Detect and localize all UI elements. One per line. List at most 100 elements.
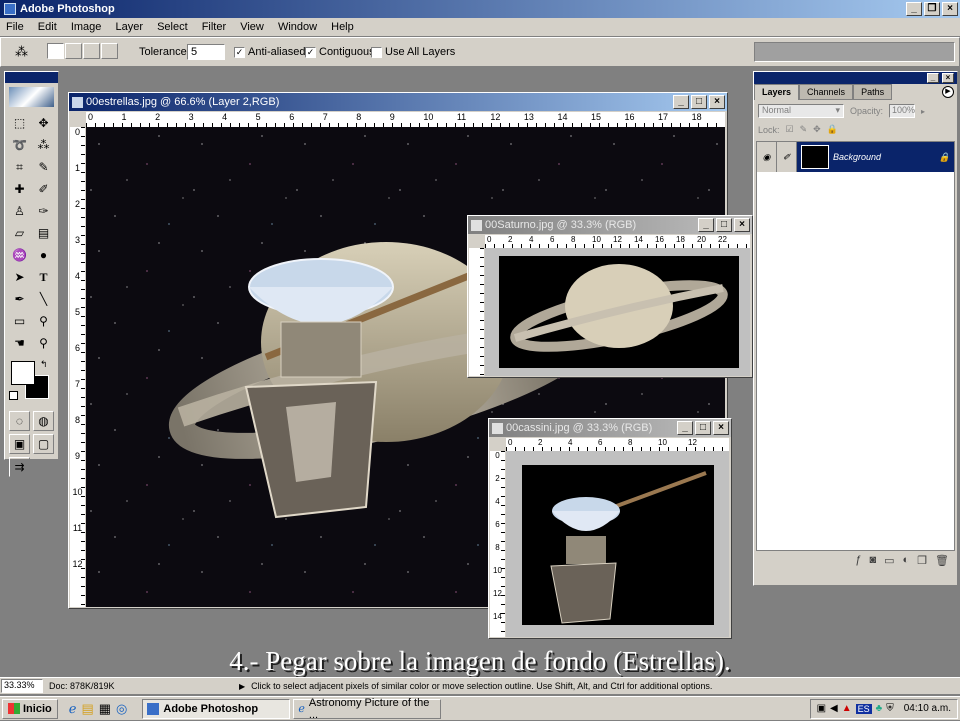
history-brush-icon[interactable]: ✑ (33, 201, 54, 221)
internet-explorer-icon[interactable]: ℯ (69, 701, 77, 717)
new-set-icon[interactable]: ▭ (884, 554, 894, 567)
brush-tool-icon[interactable]: ✐ (33, 179, 54, 199)
document-titlebar[interactable]: 00Saturno.jpg @ 33.3% (RGB) _ □ × (468, 216, 752, 234)
desktop-icon[interactable]: ▦ (99, 701, 111, 717)
subtract-selection-icon[interactable] (83, 43, 100, 59)
hand-tool-icon[interactable]: ☚ (9, 333, 30, 353)
use-all-layers-checkbox[interactable]: Use All Layers (371, 46, 455, 58)
menu-edit[interactable]: Edit (38, 21, 57, 33)
menu-view[interactable]: View (240, 21, 264, 33)
type-tool-icon[interactable]: T (33, 267, 54, 287)
gradient-tool-icon[interactable]: ▤ (33, 223, 54, 243)
tab-paths[interactable]: Paths (853, 84, 893, 100)
lock-all-icon[interactable]: 🔒 (827, 124, 838, 135)
line-tool-icon[interactable]: ╲ (33, 289, 54, 309)
doc-maximize-button[interactable]: □ (695, 421, 711, 435)
brush-icon[interactable]: ✐ (777, 142, 797, 172)
slice-tool-icon[interactable]: ✎ (33, 157, 54, 177)
doc-minimize-button[interactable]: _ (698, 218, 714, 232)
doc-close-button[interactable]: × (713, 421, 729, 435)
menu-layer[interactable]: Layer (115, 21, 143, 33)
adobe-online-icon[interactable] (9, 87, 54, 107)
task-astronomy[interactable]: ℯ Astronomy Picture of the ... (293, 697, 442, 721)
move-tool-icon[interactable]: ✥ (33, 113, 54, 133)
menu-select[interactable]: Select (157, 21, 188, 33)
foreground-color-swatch[interactable] (11, 361, 35, 385)
magic-wand-tool-icon[interactable]: ⁂ (33, 135, 54, 155)
volume-icon[interactable]: ◀ (830, 703, 838, 714)
palette-titlebar[interactable]: _ × (754, 72, 957, 84)
standard-mode-icon[interactable]: ◌ (9, 411, 30, 431)
new-layer-icon[interactable]: ❐ (917, 554, 927, 567)
blur-tool-icon[interactable]: ♒ (9, 245, 30, 265)
eye-icon[interactable]: ◉ (757, 142, 777, 172)
shield-icon[interactable]: ⛨ (886, 703, 894, 714)
crop-tool-icon[interactable]: ⌗ (9, 157, 30, 177)
notes-tool-icon[interactable]: ▭ (9, 311, 30, 331)
zoom-tool-icon[interactable]: ⚲ (33, 333, 54, 353)
tolerance-input[interactable]: 5 (187, 44, 225, 60)
opacity-arrow-icon[interactable]: ▸ (921, 107, 925, 116)
palette-minimize-button[interactable]: _ (927, 73, 939, 83)
vertical-ruler[interactable] (469, 248, 484, 376)
pen-tool-icon[interactable]: ✒ (9, 289, 30, 309)
clone-stamp-icon[interactable]: ♙ (9, 201, 30, 221)
horizontal-ruler[interactable]: 0 2 4 6 8 10 12 (506, 438, 729, 451)
screen-mode-standard-icon[interactable]: ▣ (9, 434, 30, 454)
network-icon[interactable]: ▣ (817, 703, 826, 714)
jump-to-imageready-icon[interactable]: ⇉ (9, 457, 30, 477)
adjustment-layer-icon[interactable]: ◐ (903, 554, 910, 567)
outlook-icon[interactable]: ◎ (116, 701, 127, 717)
tab-layers[interactable]: Layers (754, 84, 800, 100)
horizontal-ruler[interactable]: 0 1 2 3 4 5 6 7 8 9 10 11 12 13 14 15 16 17 18 (86, 112, 725, 127)
healing-brush-icon[interactable]: ✚ (9, 179, 30, 199)
anti-aliased-checkbox[interactable]: ✓ Anti-aliased (234, 46, 305, 58)
document-titlebar[interactable]: 00estrellas.jpg @ 66.6% (Layer 2,RGB) _ … (69, 93, 727, 111)
lasso-tool-icon[interactable]: ➰ (9, 135, 30, 155)
tab-channels[interactable]: Channels (799, 84, 854, 100)
screen-mode-full-icon[interactable]: ▢ (33, 434, 54, 454)
doc-minimize-button[interactable]: _ (673, 95, 689, 109)
restore-button[interactable]: ❐ (924, 2, 940, 16)
magic-wand-icon[interactable]: ⁂ (15, 44, 28, 60)
menu-file[interactable]: File (6, 21, 24, 33)
new-selection-icon[interactable] (47, 43, 64, 59)
minimize-button[interactable]: _ (906, 2, 922, 16)
antivirus-icon[interactable]: ▲ (842, 703, 852, 714)
doc-minimize-button[interactable]: _ (677, 421, 693, 435)
eraser-tool-icon[interactable]: ▱ (9, 223, 30, 243)
contiguous-checkbox[interactable]: ✓ Contiguous (305, 46, 375, 58)
close-button[interactable]: × (942, 2, 958, 16)
vertical-ruler[interactable]: 0 2 4 6 8 10 12 14 (490, 451, 505, 637)
lock-position-icon[interactable]: ✥ (813, 124, 821, 135)
palette-close-button[interactable]: × (942, 73, 954, 83)
document-canvas[interactable] (485, 248, 750, 376)
add-selection-icon[interactable] (65, 43, 82, 59)
layer-style-icon[interactable]: ƒ (855, 554, 861, 567)
default-colors-icon[interactable] (9, 391, 18, 400)
doc-close-button[interactable]: × (709, 95, 725, 109)
doc-close-button[interactable]: × (734, 218, 750, 232)
menu-window[interactable]: Window (278, 21, 317, 33)
status-arrow-icon[interactable]: ▶ (239, 682, 245, 691)
blend-mode-select[interactable]: Normal ▾ (758, 104, 844, 118)
task-photoshop[interactable]: Adobe Photoshop (142, 698, 291, 719)
document-titlebar[interactable]: 00cassini.jpg @ 33.3% (RGB) _ □ × (489, 419, 731, 437)
layer-mask-icon[interactable]: ◙ (869, 554, 876, 567)
folder-icon[interactable]: ▤ (81, 701, 93, 717)
doc-maximize-button[interactable]: □ (691, 95, 707, 109)
vertical-ruler[interactable]: 0 1 2 3 4 5 6 7 8 9 10 11 12 (70, 127, 85, 607)
eyedropper-tool-icon[interactable]: ⚲ (33, 311, 54, 331)
lock-transparency-icon[interactable]: ☑ (786, 124, 794, 135)
start-button[interactable]: Inicio (2, 698, 58, 719)
document-canvas[interactable] (506, 451, 729, 637)
lock-image-icon[interactable]: ✎ (800, 124, 808, 135)
messenger-icon[interactable]: ♣ (876, 703, 883, 714)
palette-well[interactable] (754, 42, 955, 62)
language-indicator[interactable]: ES (855, 703, 872, 714)
zoom-field[interactable]: 33.33% (1, 679, 43, 693)
menu-help[interactable]: Help (331, 21, 354, 33)
menu-filter[interactable]: Filter (202, 21, 226, 33)
palette-menu-icon[interactable]: ▶ (942, 86, 954, 98)
trash-icon[interactable]: 🗑 (935, 554, 949, 567)
